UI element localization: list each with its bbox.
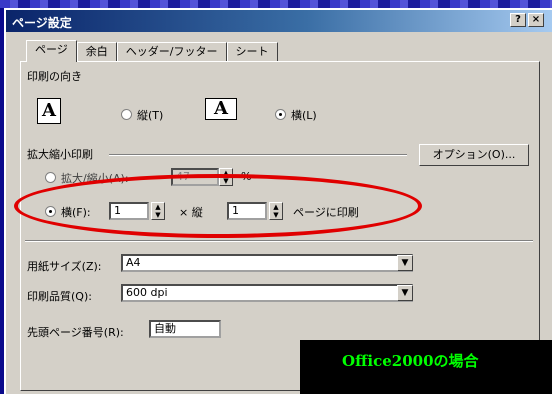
landscape-radio[interactable] — [275, 109, 286, 120]
first-page-number-input[interactable]: 自動 — [149, 320, 221, 338]
tab-bar: ページ 余白 ヘッダー/フッター シート — [26, 40, 278, 62]
caption-text: Office2000の場合 — [342, 352, 479, 370]
print-quality-label: 印刷品質(Q): — [27, 290, 92, 303]
tab-margins[interactable]: 余白 — [76, 42, 117, 62]
print-quality-dropdown-icon[interactable]: ▼ — [397, 285, 413, 301]
window-title: ページ設定 — [12, 16, 72, 30]
tab-header-footer[interactable]: ヘッダー/フッター — [116, 42, 227, 62]
landscape-page-icon: A — [205, 98, 237, 120]
scale-radio[interactable] — [45, 172, 56, 183]
paper-size-label: 用紙サイズ(Z): — [27, 260, 102, 273]
first-page-number-label: 先頭ページ番号(R): — [27, 326, 124, 339]
portrait-page-icon: A — [37, 98, 61, 124]
close-button[interactable]: × — [528, 13, 544, 27]
orientation-section-label: 印刷の向き — [27, 70, 82, 83]
background-stripe — [0, 0, 552, 8]
tab-page[interactable]: ページ — [26, 40, 77, 62]
portrait-radio[interactable] — [121, 109, 132, 120]
title-bar[interactable]: ページ設定 ? × — [6, 10, 552, 32]
section-divider — [25, 240, 533, 242]
help-button[interactable]: ? — [510, 13, 526, 27]
landscape-label[interactable]: 横(L) — [291, 107, 317, 123]
scaling-section-label: 拡大縮小印刷 — [27, 148, 93, 161]
paper-size-dropdown-icon[interactable]: ▼ — [397, 255, 413, 271]
paper-size-select[interactable]: A4 — [121, 254, 413, 272]
print-quality-select[interactable]: 600 dpi — [121, 284, 413, 302]
highlight-oval — [14, 174, 422, 238]
caption-banner: Office2000の場合 — [300, 340, 552, 394]
portrait-label[interactable]: 縦(T) — [137, 107, 163, 123]
tab-sheet[interactable]: シート — [226, 42, 278, 62]
scaling-divider — [109, 154, 407, 156]
options-button[interactable]: オプション(O)... — [419, 144, 529, 166]
